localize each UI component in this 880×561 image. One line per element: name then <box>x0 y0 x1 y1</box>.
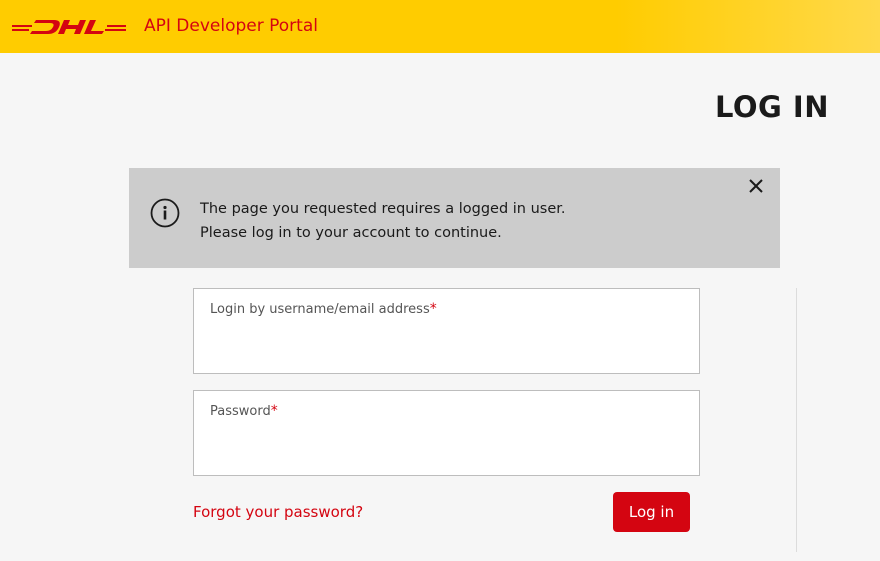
notice-message: The page you requested requires a logged… <box>200 197 566 245</box>
dhl-logo[interactable] <box>12 14 126 40</box>
username-label: Login by username/email address* <box>210 301 437 317</box>
login-button[interactable]: Log in <box>613 492 690 532</box>
close-icon[interactable] <box>748 178 764 194</box>
username-input[interactable] <box>210 329 680 359</box>
portal-title[interactable]: API Developer Portal <box>144 16 318 36</box>
password-field[interactable]: Password* <box>193 390 700 476</box>
top-bar: API Developer Portal <box>0 0 880 53</box>
notice-line-2: Please log in to your account to continu… <box>200 225 502 241</box>
info-icon <box>150 198 180 228</box>
username-field[interactable]: Login by username/email address* <box>193 288 700 374</box>
divider <box>796 288 797 552</box>
forgot-password-link[interactable]: Forgot your password? <box>193 503 363 521</box>
password-label: Password* <box>210 403 278 419</box>
username-label-text: Login by username/email address <box>210 302 430 317</box>
required-marker: * <box>429 301 437 317</box>
notice-line-1: The page you requested requires a logged… <box>200 201 566 217</box>
page-title: LOG IN <box>714 90 829 124</box>
login-required-notice: The page you requested requires a logged… <box>129 168 780 268</box>
required-marker: * <box>270 403 278 419</box>
password-label-text: Password <box>210 404 271 419</box>
password-input[interactable] <box>210 431 680 461</box>
